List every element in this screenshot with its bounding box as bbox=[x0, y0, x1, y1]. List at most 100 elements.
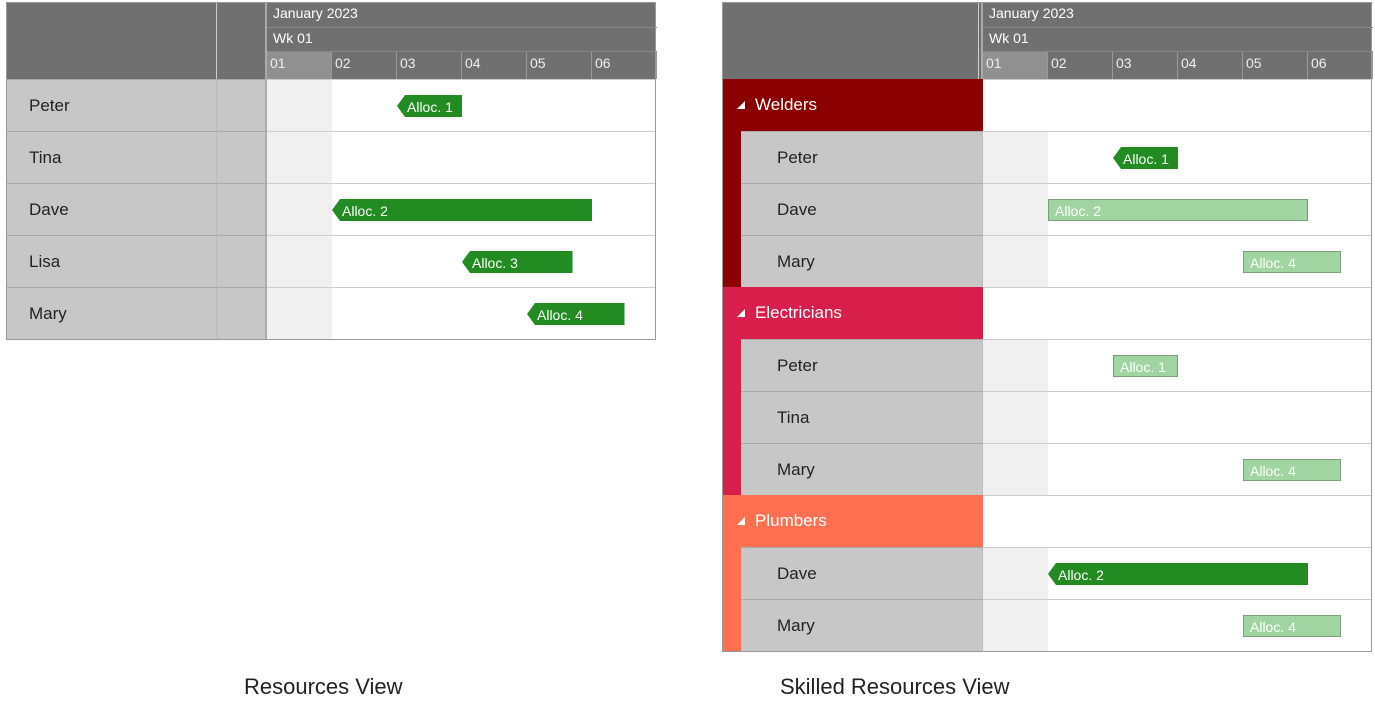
timeline-cell[interactable]: Alloc. 1 bbox=[983, 131, 1371, 183]
resource-name-cell[interactable]: Dave bbox=[741, 183, 983, 235]
resource-name-cell[interactable]: Mary bbox=[741, 599, 983, 651]
allocation-bar[interactable]: Alloc. 3 bbox=[462, 251, 573, 273]
resource-row: Peter Alloc. 1 bbox=[723, 339, 1371, 391]
timeline-cell[interactable]: Alloc. 4 bbox=[983, 235, 1371, 287]
row-handle[interactable] bbox=[217, 287, 267, 339]
day-header-row: 010203040506 bbox=[983, 51, 1373, 79]
resource-row: Peter Alloc. 1 bbox=[7, 79, 655, 131]
group-stripe bbox=[723, 443, 741, 495]
week-label: Wk 01 bbox=[983, 27, 1373, 51]
timeline-cell[interactable]: Alloc. 2 bbox=[267, 183, 655, 235]
resource-row: Tina bbox=[723, 391, 1371, 443]
row-handle[interactable] bbox=[217, 183, 267, 235]
skill-group-header[interactable]: Plumbers bbox=[723, 495, 983, 547]
allocation-bar[interactable]: Alloc. 1 bbox=[1113, 355, 1178, 377]
resources-caption: Resources View bbox=[244, 674, 403, 700]
day-header-cell: 01 bbox=[267, 52, 332, 79]
resource-name-cell[interactable]: Mary bbox=[741, 443, 983, 495]
resource-row: Dave Alloc. 2 bbox=[7, 183, 655, 235]
timeline-cell[interactable]: Alloc. 2 bbox=[983, 547, 1371, 599]
resource-name-cell[interactable]: Mary bbox=[741, 235, 983, 287]
timeline-cell[interactable] bbox=[983, 391, 1371, 443]
group-stripe bbox=[723, 131, 741, 183]
resource-name-cell[interactable]: Lisa bbox=[7, 235, 217, 287]
resource-row: Lisa Alloc. 3 bbox=[7, 235, 655, 287]
day-header-cell: 02 bbox=[332, 52, 397, 79]
timeline-cell bbox=[983, 79, 1371, 131]
month-label: January 2023 bbox=[983, 3, 1373, 27]
day-header-cell: 05 bbox=[1243, 52, 1308, 79]
skill-group-header[interactable]: Electricians bbox=[723, 287, 983, 339]
day-header-cell: 02 bbox=[1048, 52, 1113, 79]
resource-row: Mary Alloc. 4 bbox=[7, 287, 655, 339]
day-header-cell: 04 bbox=[462, 52, 527, 79]
group-stripe bbox=[723, 183, 741, 235]
allocation-bar[interactable]: Alloc. 2 bbox=[1048, 199, 1308, 221]
row-handle[interactable] bbox=[217, 131, 267, 183]
skilled-caption: Skilled Resources View bbox=[780, 674, 1009, 700]
row-handle[interactable] bbox=[217, 235, 267, 287]
row-handle[interactable] bbox=[217, 79, 267, 131]
timeline-cell[interactable]: Alloc. 2 bbox=[983, 183, 1371, 235]
timeline-cell bbox=[983, 287, 1371, 339]
timeline-cell[interactable]: Alloc. 1 bbox=[267, 79, 655, 131]
resource-name-cell[interactable]: Peter bbox=[741, 131, 983, 183]
collapse-icon[interactable] bbox=[737, 309, 745, 317]
day-header-cell: 06 bbox=[592, 52, 657, 79]
resource-name-cell[interactable]: Mary bbox=[7, 287, 217, 339]
day-header-cell: 05 bbox=[527, 52, 592, 79]
resources-panel: January 2023 Wk 01 010203040506 Peter All… bbox=[6, 2, 656, 340]
allocation-bar[interactable]: Alloc. 2 bbox=[332, 199, 592, 221]
skilled-body: Welders Peter Alloc. 1 Dave Alloc. 2 Mary Allo… bbox=[723, 79, 1371, 651]
day-header-cell: 06 bbox=[1308, 52, 1373, 79]
timeline-cell[interactable]: Alloc. 4 bbox=[983, 599, 1371, 651]
resource-row: Tina bbox=[7, 131, 655, 183]
skill-group-row[interactable]: Electricians bbox=[723, 287, 1371, 339]
group-stripe bbox=[723, 235, 741, 287]
resources-body: Peter Alloc. 1 TinaDave Alloc. 2 Lisa Alloc. … bbox=[7, 79, 655, 339]
day-header-row: 010203040506 bbox=[267, 51, 657, 79]
group-stripe bbox=[723, 391, 741, 443]
resource-row: Dave Alloc. 2 bbox=[723, 183, 1371, 235]
resource-row: Mary Alloc. 4 bbox=[723, 599, 1371, 651]
allocation-bar[interactable]: Alloc. 2 bbox=[1048, 563, 1308, 585]
day-header-cell: 03 bbox=[397, 52, 462, 79]
resource-name-cell[interactable]: Tina bbox=[7, 131, 217, 183]
resource-row: Peter Alloc. 1 bbox=[723, 131, 1371, 183]
group-stripe bbox=[723, 547, 741, 599]
resource-row: Mary Alloc. 4 bbox=[723, 235, 1371, 287]
resource-name-cell[interactable]: Tina bbox=[741, 391, 983, 443]
skilled-resources-panel: January 2023 Wk 01 010203040506 Welders P… bbox=[722, 2, 1372, 652]
skill-group-label: Electricians bbox=[755, 303, 842, 323]
skill-group-row[interactable]: Plumbers bbox=[723, 495, 1371, 547]
resources-header: January 2023 Wk 01 010203040506 bbox=[7, 3, 655, 79]
collapse-icon[interactable] bbox=[737, 101, 745, 109]
day-header-cell: 04 bbox=[1178, 52, 1243, 79]
resource-name-cell[interactable]: Dave bbox=[741, 547, 983, 599]
timeline-cell[interactable]: Alloc. 4 bbox=[267, 287, 655, 339]
resource-name-cell[interactable]: Peter bbox=[741, 339, 983, 391]
resource-name-cell[interactable]: Peter bbox=[7, 79, 217, 131]
week-label: Wk 01 bbox=[267, 27, 657, 51]
skill-group-header[interactable]: Welders bbox=[723, 79, 983, 131]
allocation-bar[interactable]: Alloc. 1 bbox=[397, 95, 462, 117]
timeline-cell[interactable]: Alloc. 1 bbox=[983, 339, 1371, 391]
resource-name-cell[interactable]: Dave bbox=[7, 183, 217, 235]
allocation-bar[interactable]: Alloc. 4 bbox=[1243, 615, 1341, 637]
group-stripe bbox=[723, 339, 741, 391]
allocation-bar[interactable]: Alloc. 4 bbox=[1243, 459, 1341, 481]
timeline-cell[interactable] bbox=[267, 131, 655, 183]
resource-row: Mary Alloc. 4 bbox=[723, 443, 1371, 495]
timeline-cell bbox=[983, 495, 1371, 547]
skill-group-row[interactable]: Welders bbox=[723, 79, 1371, 131]
collapse-icon[interactable] bbox=[737, 517, 745, 525]
skilled-header: January 2023 Wk 01 010203040506 bbox=[723, 3, 1371, 79]
allocation-bar[interactable]: Alloc. 1 bbox=[1113, 147, 1178, 169]
allocation-bar[interactable]: Alloc. 4 bbox=[527, 303, 625, 325]
skill-group-label: Welders bbox=[755, 95, 817, 115]
timeline-cell[interactable]: Alloc. 3 bbox=[267, 235, 655, 287]
timeline-cell[interactable]: Alloc. 4 bbox=[983, 443, 1371, 495]
allocation-bar[interactable]: Alloc. 4 bbox=[1243, 251, 1341, 273]
day-header-cell: 01 bbox=[983, 52, 1048, 79]
month-label: January 2023 bbox=[267, 3, 657, 27]
